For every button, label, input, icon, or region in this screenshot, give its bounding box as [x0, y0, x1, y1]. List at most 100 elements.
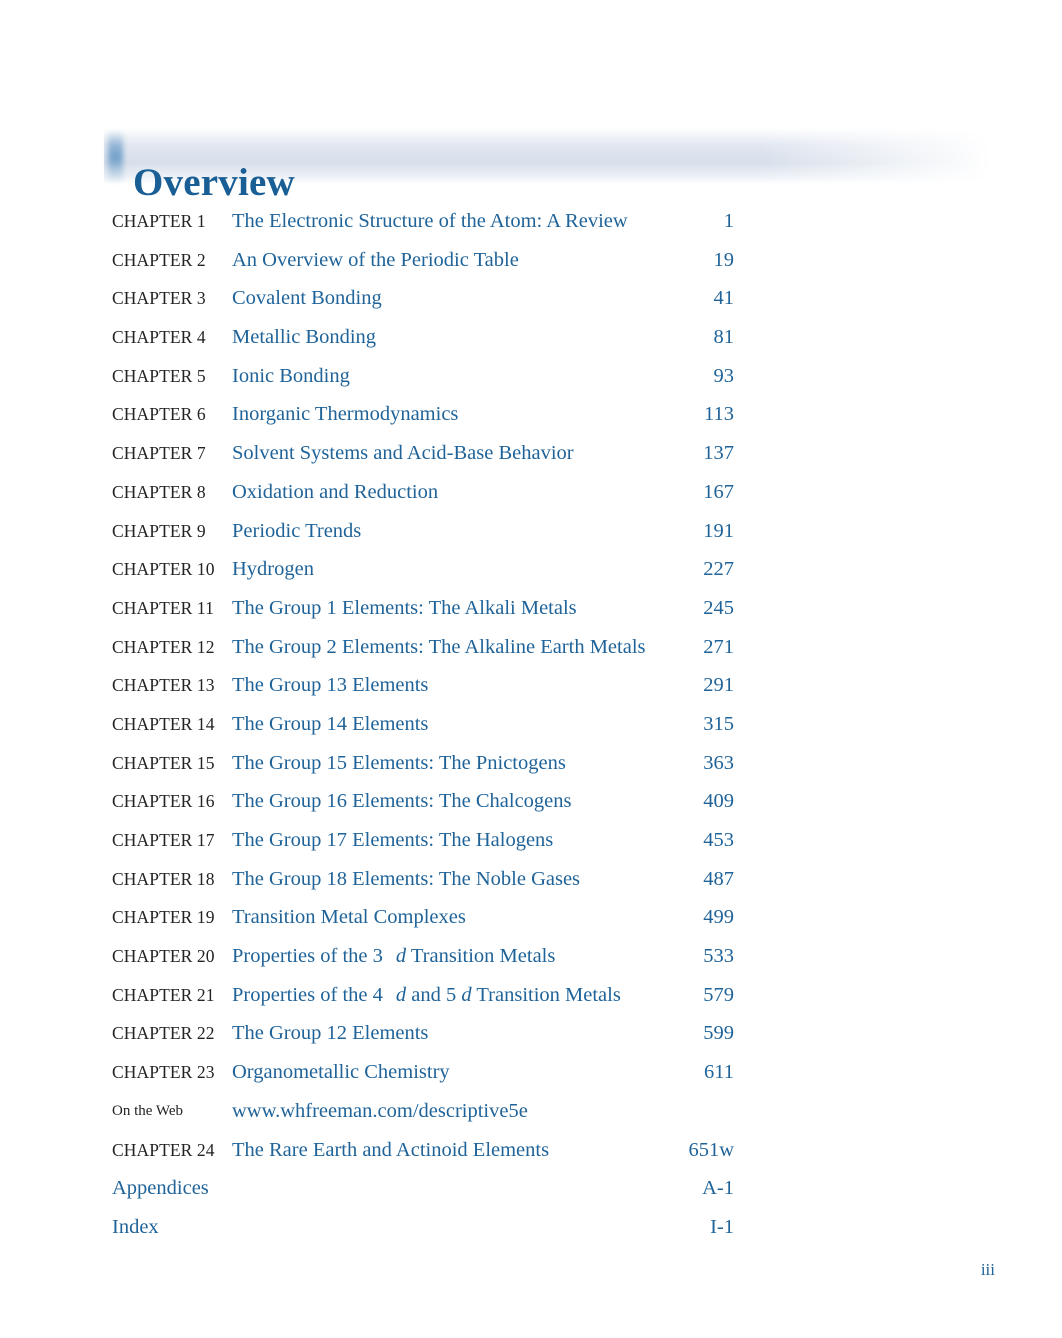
toc-row-label: CHAPTER 8 — [112, 481, 206, 502]
toc-row-title[interactable]: Periodic Trends — [232, 518, 361, 545]
toc-row-label: CHAPTER 23 — [112, 1062, 215, 1083]
toc-row-title[interactable]: Solvent Systems and Acid-Base Behavior — [232, 440, 574, 467]
toc-row[interactable]: Appendices A-1 — [112, 1175, 734, 1214]
toc-row[interactable]: CHAPTER 7 Solvent Systems and Acid-Base B… — [112, 440, 734, 479]
toc-row-label: CHAPTER 1 — [112, 211, 206, 231]
toc-row-label: CHAPTER 12 — [112, 636, 215, 657]
toc-row-page-number: 81 — [713, 326, 735, 349]
toc-row-page-number: 363 — [703, 751, 734, 774]
toc-row-label: CHAPTER 18 — [112, 868, 215, 889]
toc-row-label: CHAPTER 14 — [112, 713, 215, 734]
toc-row[interactable]: CHAPTER 21 Properties of the 4d and 5 d T… — [112, 982, 734, 1021]
toc-row-label: CHAPTER 16 — [112, 791, 215, 812]
toc-row[interactable]: CHAPTER 19 Transition Metal Complexes 499 — [112, 904, 734, 943]
toc-row-title[interactable]: Index — [112, 1214, 159, 1241]
toc-row-title[interactable]: Properties of the 3d Transition Metals — [232, 943, 555, 970]
toc-row-label: CHAPTER 24 — [112, 1139, 215, 1160]
toc-row[interactable]: CHAPTER 6 Inorganic Thermodynamics 113 — [112, 401, 734, 440]
page-folio: iii — [980, 1260, 995, 1279]
toc-row-page-number: 271 — [703, 635, 734, 658]
toc-row-page-number: 651w — [688, 1138, 734, 1161]
toc-row-title[interactable]: The Group 2 Elements: The Alkaline Earth… — [232, 634, 646, 661]
toc-row-label: CHAPTER 7 — [112, 443, 206, 464]
toc-row-page-number: 315 — [703, 712, 734, 735]
toc-row[interactable]: CHAPTER 12 The Group 2 Elements: The Alka… — [112, 634, 734, 673]
toc-row[interactable]: CHAPTER 22 The Group 12 Elements 599 — [112, 1020, 734, 1059]
toc-row-page-number: 611 — [704, 1061, 734, 1084]
toc-row[interactable]: CHAPTER 10 Hydrogen 227 — [112, 556, 734, 595]
toc-row-title[interactable]: An Overview of the Periodic Table — [232, 247, 519, 274]
toc-row[interactable]: CHAPTER 23 Organometallic Chemistry 611 — [112, 1059, 734, 1098]
toc-row[interactable]: CHAPTER 18 The Group 18 Elements: The Nob… — [112, 866, 734, 905]
table-of-contents: CHAPTER 1 The Electronic Structure of the… — [112, 208, 734, 1253]
toc-row-label: CHAPTER 21 — [112, 984, 215, 1005]
toc-row-page-number: 409 — [703, 790, 734, 813]
toc-row-page-number: 41 — [713, 287, 735, 310]
toc-row[interactable]: CHAPTER 20 Properties of the 3d Transitio… — [112, 943, 734, 982]
toc-row[interactable]: Index I-1 — [112, 1214, 734, 1253]
toc-row-page-number: 487 — [703, 867, 734, 890]
toc-row[interactable]: CHAPTER 14 The Group 14 Elements 315 — [112, 711, 734, 750]
toc-row-page-number: I-1 — [710, 1215, 734, 1238]
toc-row-title[interactable]: Organometallic Chemistry — [232, 1059, 450, 1086]
toc-row-page-number: A-1 — [702, 1177, 734, 1200]
toc-row-label: CHAPTER 4 — [112, 327, 206, 348]
toc-row-page-number: 291 — [703, 674, 734, 697]
toc-row[interactable]: CHAPTER 13 The Group 13 Elements 291 — [112, 672, 734, 711]
toc-row-label: CHAPTER 5 — [112, 365, 206, 386]
toc-row-label: CHAPTER 19 — [112, 907, 215, 928]
toc-row[interactable]: CHAPTER 9 Periodic Trends 191 — [112, 518, 734, 557]
page-title: Overview — [133, 161, 295, 205]
toc-row-title[interactable]: Covalent Bonding — [232, 285, 382, 312]
toc-row-title[interactable]: The Group 14 Elements — [232, 711, 428, 738]
toc-row-label: CHAPTER 17 — [112, 830, 215, 850]
toc-row[interactable]: CHAPTER 17 The Group 17 Elements: The Hal… — [112, 827, 734, 866]
toc-row-title[interactable]: Ionic Bonding — [232, 363, 350, 390]
toc-row-title[interactable]: Metallic Bonding — [232, 324, 376, 351]
toc-row-title[interactable]: www.whfreeman.com/descriptive5e — [232, 1098, 528, 1125]
toc-row[interactable]: CHAPTER 8 Oxidation and Reduction 167 — [112, 479, 734, 518]
toc-row[interactable]: CHAPTER 24 The Rare Earth and Actinoid El… — [112, 1137, 734, 1176]
document-page: Overview CHAPTER 1 The Electronic Structu… — [0, 0, 1062, 1338]
toc-row-page-number: 137 — [703, 442, 734, 465]
toc-row-title[interactable]: The Group 15 Elements: The Pnictogens — [232, 750, 566, 777]
toc-row-title[interactable]: Inorganic Thermodynamics — [232, 401, 458, 428]
toc-row-page-number: 499 — [703, 906, 734, 929]
toc-row-label: CHAPTER 15 — [112, 752, 215, 773]
toc-row-title[interactable]: Transition Metal Complexes — [232, 904, 466, 931]
toc-row[interactable]: CHAPTER 1 The Electronic Structure of the… — [112, 208, 734, 247]
toc-row-title[interactable]: The Group 1 Elements: The Alkali Metals — [232, 595, 577, 622]
toc-row[interactable]: On the Web www.whfreeman.com/descriptive5… — [112, 1098, 734, 1137]
toc-row-page-number: 245 — [703, 596, 734, 619]
header-accent-bar — [108, 131, 123, 183]
toc-row-page-number: 113 — [704, 403, 734, 426]
toc-row-page-number: 191 — [703, 519, 734, 542]
toc-row[interactable]: CHAPTER 4 Metallic Bonding 81 — [112, 324, 734, 363]
toc-row-title[interactable]: The Group 12 Elements — [232, 1020, 428, 1047]
toc-row-label: CHAPTER 13 — [112, 675, 215, 696]
toc-row[interactable]: CHAPTER 2 An Overview of the Periodic Tab… — [112, 247, 734, 286]
toc-row-label: CHAPTER 2 — [112, 249, 206, 270]
toc-row-page-number: 533 — [703, 945, 734, 968]
toc-row-title[interactable]: Properties of the 4d and 5 d Transition … — [232, 982, 621, 1009]
toc-row[interactable]: CHAPTER 5 Ionic Bonding 93 — [112, 363, 734, 402]
toc-row-label: CHAPTER 20 — [112, 946, 215, 967]
toc-row-label: CHAPTER 3 — [112, 288, 206, 309]
toc-row-page-number: 167 — [703, 480, 734, 503]
toc-row[interactable]: CHAPTER 11 The Group 1 Elements: The Alka… — [112, 595, 734, 634]
toc-row[interactable]: CHAPTER 16 The Group 16 Elements: The Cha… — [112, 788, 734, 827]
toc-row[interactable]: CHAPTER 15 The Group 15 Elements: The Pni… — [112, 750, 734, 789]
toc-row-title[interactable]: The Electronic Structure of the Atom: A … — [232, 208, 628, 235]
toc-row-title[interactable]: Oxidation and Reduction — [232, 479, 438, 506]
toc-row-title[interactable]: The Group 17 Elements: The Halogens — [232, 827, 553, 854]
toc-row-title[interactable]: Appendices — [112, 1175, 209, 1202]
toc-row-title[interactable]: The Group 18 Elements: The Noble Gases — [232, 866, 580, 893]
toc-row-title[interactable]: The Rare Earth and Actinoid Elements — [232, 1137, 549, 1164]
toc-row-page-number: 19 — [713, 248, 735, 271]
toc-row-title[interactable]: The Group 13 Elements — [232, 672, 428, 699]
toc-row[interactable]: CHAPTER 3 Covalent Bonding 41 — [112, 285, 734, 324]
toc-row-title[interactable]: Hydrogen — [232, 556, 314, 583]
toc-row-page-number: 227 — [703, 558, 734, 581]
toc-row-page-number: 1 — [723, 210, 734, 232]
toc-row-title[interactable]: The Group 16 Elements: The Chalcogens — [232, 788, 572, 815]
